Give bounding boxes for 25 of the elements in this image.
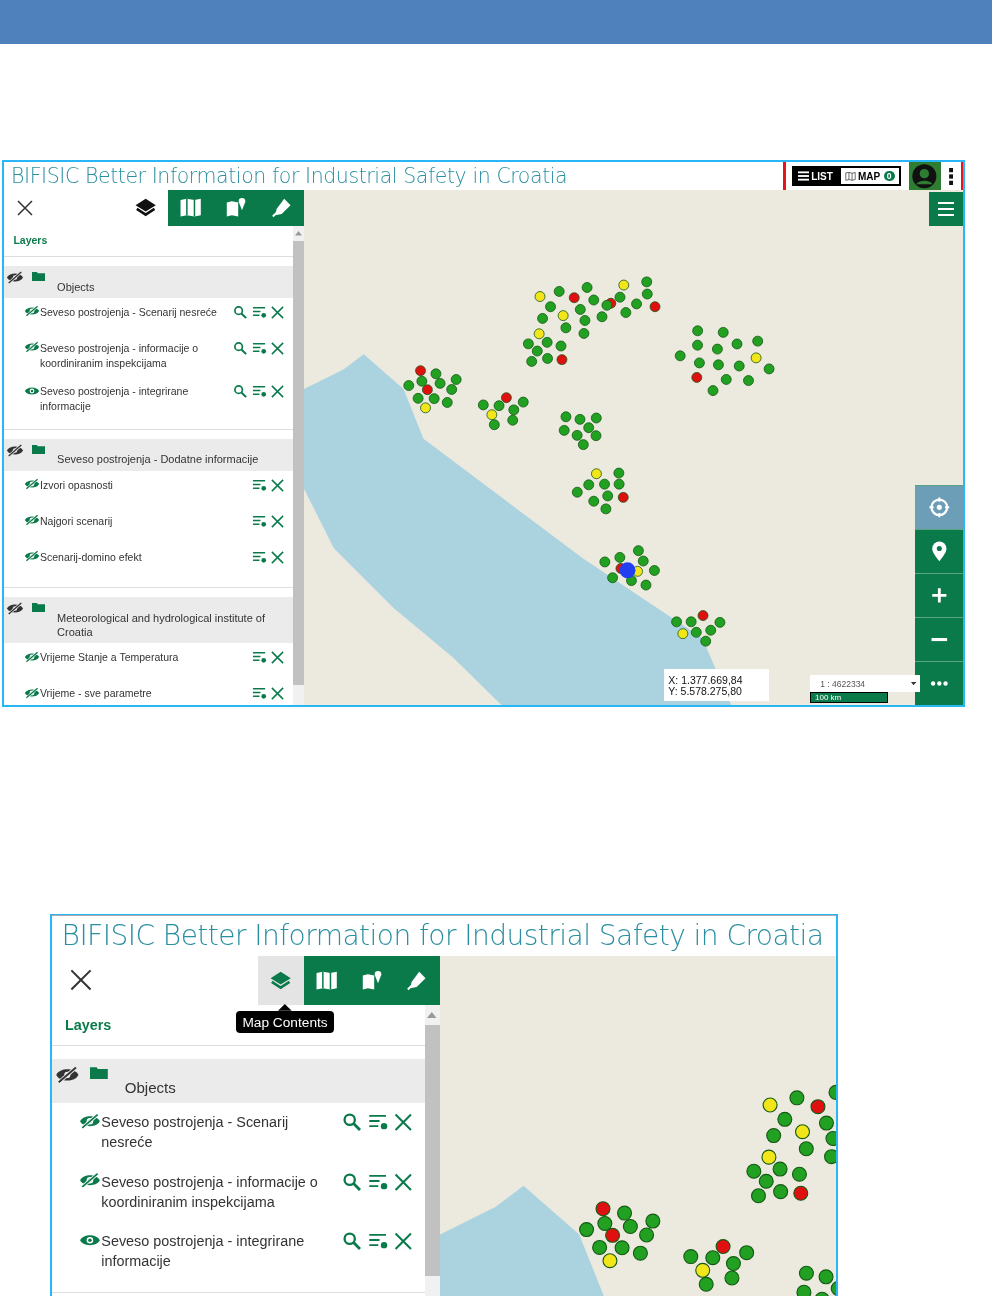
layer-name: Seveso postrojenja - integrirane informacije	[101, 1232, 306, 1272]
map-button[interactable]: MAP 0	[838, 166, 901, 186]
app-title: BIFISIC Better Information for Industrial Safety in Croatia	[61, 919, 824, 953]
layer-name: Seveso postrojenja - integrirane informacije	[40, 384, 190, 414]
scale-select[interactable]: 1 : 4622334	[810, 675, 920, 692]
layer-name: Scenarij-domino efekt	[40, 549, 143, 565]
y-coordinate: Y: 5.578.275,80	[668, 686, 742, 698]
x-coordinate: X: 1.377.669,84	[668, 674, 743, 687]
layer-name: Najgori scenarij	[40, 513, 114, 529]
layer-name: Seveso postrojenja - informacije o koordiniranim inspekcijama	[101, 1172, 319, 1212]
layer-name: Vrijeme Stanje a Temperatura	[40, 650, 180, 665]
group-name: Objects	[124, 1077, 177, 1098]
panel-title: Layers	[4, 226, 293, 257]
layer-name: Seveso postrojenja - Scenarij nesreće	[40, 304, 218, 320]
group-name: Objects	[57, 279, 96, 294]
list-button[interactable]: LIST	[792, 166, 839, 186]
layer-name: Seveso postrojenja - Scenarij nesreće	[101, 1113, 290, 1153]
group-name: Meteorological and hydrological institute of Croatia	[57, 610, 266, 640]
layer-name: Izvori opasnosti	[40, 477, 114, 493]
app-title: BIFISIC Better Information for Industrial Safety in Croatia	[11, 164, 568, 188]
count-badge: 0	[883, 171, 895, 181]
group-name: Seveso postrojenja - Dodatne informacije	[57, 452, 260, 467]
scale-bar: 100 km	[810, 692, 888, 703]
layer-name: Vrijeme - sve parametre	[40, 686, 153, 701]
layer-name: Seveso postrojenja - informacije o koordiniranim inspekcijama	[40, 340, 200, 371]
